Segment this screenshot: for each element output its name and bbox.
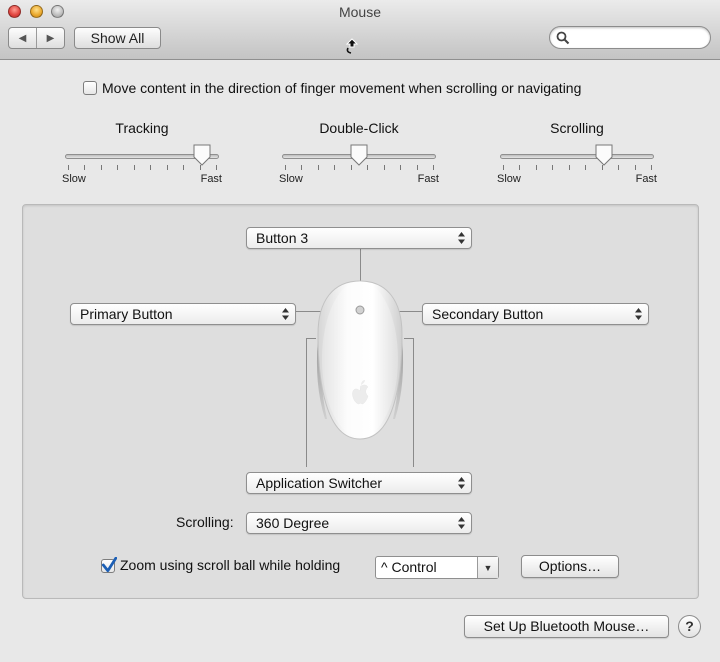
slider-tick xyxy=(651,165,652,170)
scrolling-mode-label: Scrolling: xyxy=(176,514,234,530)
up-down-arrows-icon xyxy=(458,232,465,244)
natural-scroll-label: Move content in the direction of finger … xyxy=(102,80,582,96)
button-3-popup[interactable]: Button 3 xyxy=(246,227,472,249)
double-click-slider: Double-Click Slow Fast xyxy=(279,120,439,190)
popup-value: Button 3 xyxy=(256,230,309,246)
slider-tick xyxy=(519,165,521,170)
back-arrow-icon[interactable]: ◀ xyxy=(9,28,37,48)
connector-line-side-right-tick xyxy=(404,338,414,339)
secondary-button-popup[interactable]: Secondary Button xyxy=(422,303,649,325)
slider-tick xyxy=(68,165,69,170)
help-button[interactable]: ? xyxy=(678,615,701,638)
natural-scroll-checkbox[interactable] xyxy=(83,81,97,95)
setup-bluetooth-mouse-button[interactable]: Set Up Bluetooth Mouse… xyxy=(464,615,669,638)
slider-tick xyxy=(503,165,504,170)
zoom-checkbox[interactable] xyxy=(101,557,117,573)
connector-line-side-left xyxy=(306,338,307,467)
slider-tick xyxy=(400,165,402,170)
up-down-arrows-icon xyxy=(458,517,465,529)
pointer-cursor-icon xyxy=(345,38,358,54)
up-down-arrows-icon xyxy=(458,477,465,489)
zoom-modifier-combo[interactable]: ^ Control ▼ xyxy=(375,556,499,579)
scrolling-speed-slider: Scrolling Slow Fast xyxy=(497,120,657,190)
slider-track[interactable] xyxy=(500,154,654,159)
slider-high-label: Fast xyxy=(635,173,657,185)
slider-tick xyxy=(183,165,185,170)
mighty-mouse-illustration xyxy=(316,280,404,440)
slider-title: Double-Click xyxy=(319,120,399,136)
slider-low-label: Slow xyxy=(497,173,521,185)
show-all-button[interactable]: Show All xyxy=(74,27,161,49)
slider-tick xyxy=(216,165,217,170)
popup-value: Primary Button xyxy=(80,306,173,322)
slider-tick xyxy=(100,165,102,170)
slider-tick xyxy=(552,165,554,170)
tracking-slider: Tracking Slow Fast xyxy=(62,120,222,190)
popup-value: 360 Degree xyxy=(256,515,330,531)
slider-title: Tracking xyxy=(115,120,169,136)
zoom-options-button[interactable]: Options… xyxy=(521,555,619,578)
up-down-arrows-icon xyxy=(635,308,642,320)
slider-tick xyxy=(117,165,119,170)
checkmark-icon xyxy=(101,557,117,573)
slider-tick xyxy=(150,165,152,170)
slider-tick xyxy=(535,165,537,170)
back-forward-control: ◀ ▶ xyxy=(8,27,65,49)
slider-thumb[interactable] xyxy=(594,144,614,166)
slider-tick xyxy=(301,165,303,170)
slider-thumb[interactable] xyxy=(349,144,369,166)
search-field[interactable] xyxy=(549,26,711,49)
connector-line-side-right xyxy=(413,338,414,467)
slider-tick xyxy=(634,165,636,170)
slider-high-label: Fast xyxy=(200,173,222,185)
slider-tick xyxy=(568,165,570,170)
up-down-arrows-icon xyxy=(282,308,289,320)
popup-value: Secondary Button xyxy=(432,306,544,322)
magnifier-icon xyxy=(556,31,570,45)
chevron-down-icon[interactable]: ▼ xyxy=(477,557,498,578)
window-toolbar: Mouse ◀ ▶ Show All xyxy=(0,0,720,60)
slider-tick xyxy=(133,165,135,170)
slider-tick xyxy=(416,165,418,170)
slider-ticks xyxy=(503,165,652,171)
primary-button-popup[interactable]: Primary Button xyxy=(70,303,296,325)
slider-tick xyxy=(334,165,336,170)
slider-low-label: Slow xyxy=(279,173,303,185)
slider-tick xyxy=(433,165,434,170)
slider-low-label: Slow xyxy=(62,173,86,185)
slider-tick xyxy=(618,165,620,170)
slider-tick xyxy=(585,165,587,170)
popup-value: Application Switcher xyxy=(256,475,383,491)
window-title: Mouse xyxy=(338,4,382,20)
slider-tick xyxy=(285,165,286,170)
slider-title: Scrolling xyxy=(550,120,604,136)
slider-thumb[interactable] xyxy=(192,144,212,166)
slider-tick xyxy=(84,165,86,170)
combo-value: ^ Control xyxy=(381,559,437,575)
slider-tick xyxy=(317,165,319,170)
slider-high-label: Fast xyxy=(417,173,439,185)
scrolling-mode-popup[interactable]: 360 Degree xyxy=(246,512,472,534)
slider-tick xyxy=(383,165,385,170)
side-buttons-popup[interactable]: Application Switcher xyxy=(246,472,472,494)
forward-arrow-icon[interactable]: ▶ xyxy=(37,28,64,48)
search-input[interactable] xyxy=(574,29,704,46)
zoom-label: Zoom using scroll ball while holding xyxy=(120,557,341,573)
slider-tick xyxy=(166,165,168,170)
